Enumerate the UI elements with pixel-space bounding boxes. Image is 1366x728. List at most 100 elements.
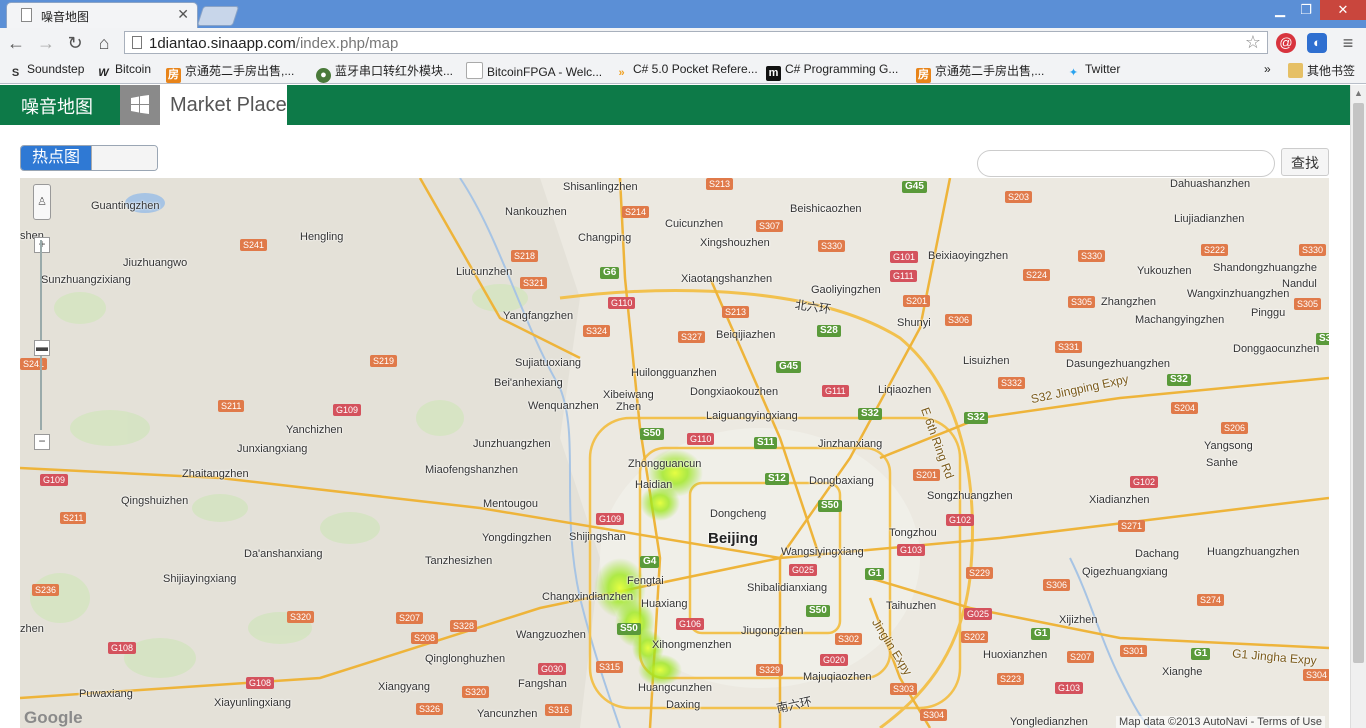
map-label: Dasungezhuangzhen [1066, 358, 1170, 370]
map-label: Tanzhesizhen [425, 555, 493, 567]
zoom-out-button[interactable]: − [34, 434, 50, 450]
bookmark-item[interactable]: m C# Programming G... [766, 62, 898, 81]
bookmarks-bar: S Soundstep W Bitcoin 房京通苑二手房出售,... ● 蓝牙串口转… [0, 58, 1366, 84]
map-label: Junxiangxiang [237, 443, 308, 455]
map-label: Junzhuangzhen [473, 438, 551, 450]
map-label: Xiadianzhen [1089, 494, 1150, 506]
pegman-icon[interactable]: ♙ [33, 184, 51, 220]
map-label: Zhen [616, 401, 642, 413]
map-label: Jiuzhuangwo [123, 257, 188, 269]
map-label: Wangzuozhen [516, 629, 586, 641]
map-label: Yangfangzhen [503, 310, 574, 322]
tab-title: 噪音地图 [41, 10, 90, 24]
map-label: Shisanlingzhen [563, 181, 638, 193]
zoom-slider-handle[interactable]: ▬ [34, 340, 50, 356]
address-bar[interactable]: 1diantao.sinaapp.com/index.php/map ☆ [124, 31, 1268, 54]
bookmark-item[interactable]: 房京通苑二手房出售,... [166, 62, 294, 83]
bookmark-item[interactable]: 房京通苑二手房出售,... [916, 62, 1044, 83]
maximize-button[interactable]: ❐ [1294, 0, 1318, 20]
tab-close-icon[interactable]: ✕ [177, 6, 189, 23]
page-icon [21, 8, 32, 22]
extension-icon[interactable]: ◐ [1307, 33, 1327, 53]
browser-tab[interactable]: 噪音地图 ✕ [6, 2, 198, 28]
map-zoom-control: ♙ + ▬ − [33, 184, 51, 450]
bookmark-item[interactable]: S Soundstep [8, 62, 85, 81]
map-label: Xianghe [1162, 666, 1203, 678]
map-label: Sunzhuangzixiang [41, 274, 131, 286]
map-label: Yongdingzhen [482, 532, 552, 544]
map-label: Xiangyang [378, 681, 430, 693]
map-label: Zhaitangzhen [182, 468, 249, 480]
market-place-link[interactable]: Market Place [160, 85, 287, 125]
back-icon[interactable]: ← [5, 32, 27, 54]
map-label: Majuqiaozhen [803, 671, 872, 683]
zoom-in-button[interactable]: + [34, 237, 50, 253]
map-label: Tongzhou [889, 527, 937, 539]
browser-toolbar: ← → ↻ ⌂ 1diantao.sinaapp.com/index.php/m… [0, 28, 1366, 58]
map-label: Beishicaozhen [790, 203, 862, 215]
menu-icon[interactable]: ≡ [1338, 33, 1358, 53]
map-label: Haidian [635, 479, 673, 491]
map-label: Zhangzhen [1101, 296, 1157, 308]
bookmark-icon: 房 [166, 68, 181, 83]
bookmark-item[interactable]: ✦ Twitter [1066, 62, 1120, 81]
map-label: Beiqijiazhen [716, 329, 776, 341]
map-label: Fangshan [518, 678, 567, 690]
map-attribution[interactable]: Map data ©2013 AutoNavi - Terms of Use [1116, 716, 1325, 728]
google-logo[interactable]: Google [24, 708, 83, 728]
map-label: Laiguangyingxiang [706, 410, 798, 422]
heatmap-toggle[interactable]: 热点图 [20, 145, 158, 171]
toggle-knob[interactable] [91, 146, 157, 170]
map-label: Hengling [300, 231, 344, 243]
map-label: Shunyi [897, 317, 931, 329]
map-label: Changxindianzhen [542, 591, 634, 603]
map-label: Beixiaoyingzhen [928, 250, 1009, 262]
bookmark-item[interactable]: BitcoinFPGA - Welc... [466, 62, 602, 79]
map-label: Fengtai [627, 575, 664, 587]
bookmark-item[interactable]: W Bitcoin [96, 62, 151, 81]
bookmarks-overflow-icon[interactable]: » [1264, 62, 1271, 76]
map-label: Xiayunlingxiang [214, 697, 292, 709]
map-label: Liujiadianzhen [1174, 213, 1245, 225]
close-window-button[interactable]: ✕ [1320, 0, 1366, 20]
search-button[interactable]: 查找 [1281, 148, 1329, 176]
other-bookmarks[interactable]: 其他书签 [1288, 62, 1355, 79]
map-label: Shibalidianxiang [747, 582, 828, 594]
new-tab-button[interactable] [196, 6, 240, 26]
scroll-up-icon[interactable]: ▲ [1354, 88, 1363, 98]
brand-title[interactable]: 噪音地图 [21, 93, 93, 119]
map-label: Yancunzhen [477, 708, 538, 720]
home-icon[interactable]: ⌂ [93, 32, 115, 54]
map-label: Dongbaxiang [809, 475, 874, 487]
zoom-slider-rail[interactable] [40, 240, 42, 430]
bookmark-star-icon[interactable]: ☆ [1245, 32, 1261, 53]
heatmap-toggle-label: 热点图 [21, 146, 91, 170]
bookmark-item[interactable]: ● 蓝牙串口转红外模块... [316, 62, 453, 83]
forward-icon[interactable]: → [35, 32, 57, 54]
app-navbar: 噪音地图 Market Place [0, 85, 1350, 125]
page-scrollbar[interactable]: ▲ [1350, 85, 1366, 728]
map-label: Xibeiwang [603, 389, 654, 401]
map-label: Sujiatuoxiang [515, 357, 582, 369]
map-label: Daxing [666, 699, 701, 711]
page-icon [132, 36, 142, 49]
map-label: Machangyingzhen [1135, 314, 1225, 326]
map-label: Donggaocunzhen [1233, 343, 1320, 355]
reload-icon[interactable]: ↻ [64, 32, 86, 54]
bookmark-item[interactable]: » C# 5.0 Pocket Refere... [614, 62, 757, 81]
map-label: Huangzhuangzhen [1207, 546, 1300, 558]
browser-chrome: 噪音地图 ✕ ▁ ❐ ✕ ← → ↻ ⌂ 1diantao.sinaapp.co… [0, 0, 1366, 84]
minimize-button[interactable]: ▁ [1268, 0, 1292, 20]
map-canvas[interactable]: G45 S213 S203 S214 S307 S241 S330 G101 S… [20, 178, 1329, 728]
windows-logo-icon[interactable] [120, 85, 160, 125]
bookmark-icon: » [618, 67, 625, 79]
extension-icon[interactable]: @ [1276, 33, 1296, 53]
scrollbar-thumb[interactable] [1353, 103, 1364, 663]
map-label: Miaofengshanzhen [425, 464, 518, 476]
search-input[interactable] [977, 150, 1275, 177]
folder-icon [1288, 63, 1303, 78]
map-label: Qigezhuangxiang [1082, 566, 1168, 578]
map-label: Xingshouzhen [700, 237, 770, 249]
map-label: Yanchizhen [286, 424, 343, 436]
map-label: Da'anshanxiang [244, 548, 323, 560]
